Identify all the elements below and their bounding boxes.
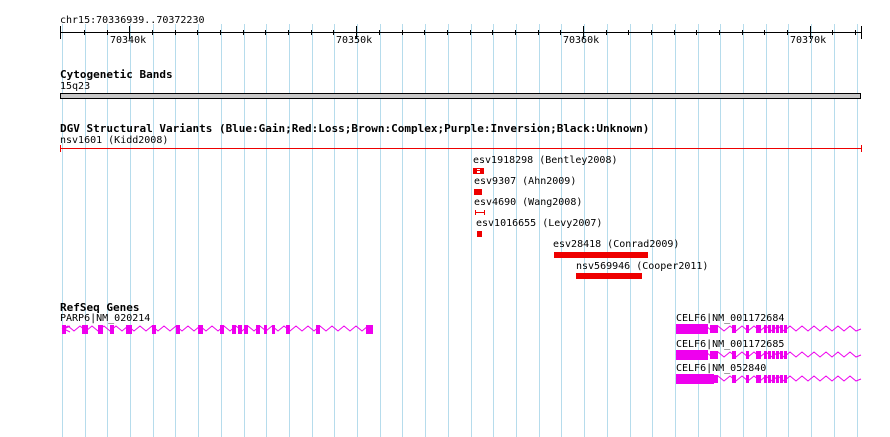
exon bbox=[756, 351, 761, 359]
exon bbox=[244, 325, 248, 334]
exon bbox=[746, 325, 749, 333]
gene-models[interactable] bbox=[0, 0, 890, 437]
exon bbox=[286, 325, 290, 334]
exon bbox=[710, 325, 718, 333]
exon bbox=[366, 325, 373, 334]
exon bbox=[764, 375, 767, 383]
intron-line bbox=[61, 325, 373, 332]
exon bbox=[82, 325, 88, 334]
exon bbox=[780, 375, 783, 383]
exon bbox=[784, 351, 787, 359]
exon bbox=[220, 325, 224, 334]
genome-browser: chr15:70336939..70372230 70340k 70350k 7… bbox=[0, 0, 890, 437]
exon bbox=[272, 325, 275, 334]
exon bbox=[110, 325, 114, 334]
exon bbox=[780, 325, 783, 333]
exon bbox=[126, 325, 132, 334]
exon bbox=[768, 325, 771, 333]
exon bbox=[176, 325, 180, 334]
exon bbox=[238, 325, 242, 334]
exon bbox=[764, 351, 767, 359]
exon bbox=[768, 351, 771, 359]
exon bbox=[776, 325, 779, 333]
exon bbox=[756, 325, 761, 333]
exon bbox=[776, 351, 779, 359]
exon bbox=[772, 351, 775, 359]
exon bbox=[62, 325, 66, 334]
exon bbox=[768, 375, 771, 383]
exon bbox=[152, 325, 156, 334]
exon bbox=[676, 350, 708, 360]
exon bbox=[676, 374, 714, 384]
exon bbox=[772, 375, 775, 383]
exon bbox=[256, 325, 260, 334]
exon bbox=[316, 325, 320, 334]
exon bbox=[198, 325, 203, 334]
exon bbox=[764, 325, 767, 333]
exon bbox=[756, 375, 761, 383]
exon bbox=[676, 324, 708, 334]
exon bbox=[780, 351, 783, 359]
exon bbox=[784, 325, 787, 333]
exon bbox=[746, 375, 749, 383]
exon bbox=[264, 325, 267, 334]
exon bbox=[232, 325, 236, 334]
exon bbox=[732, 325, 736, 333]
exon bbox=[772, 325, 775, 333]
exon bbox=[746, 351, 749, 359]
exon bbox=[710, 351, 718, 359]
exon bbox=[710, 375, 718, 383]
exon bbox=[784, 375, 787, 383]
exon bbox=[732, 375, 736, 383]
exon bbox=[98, 325, 103, 334]
exon bbox=[776, 375, 779, 383]
exon bbox=[732, 351, 736, 359]
